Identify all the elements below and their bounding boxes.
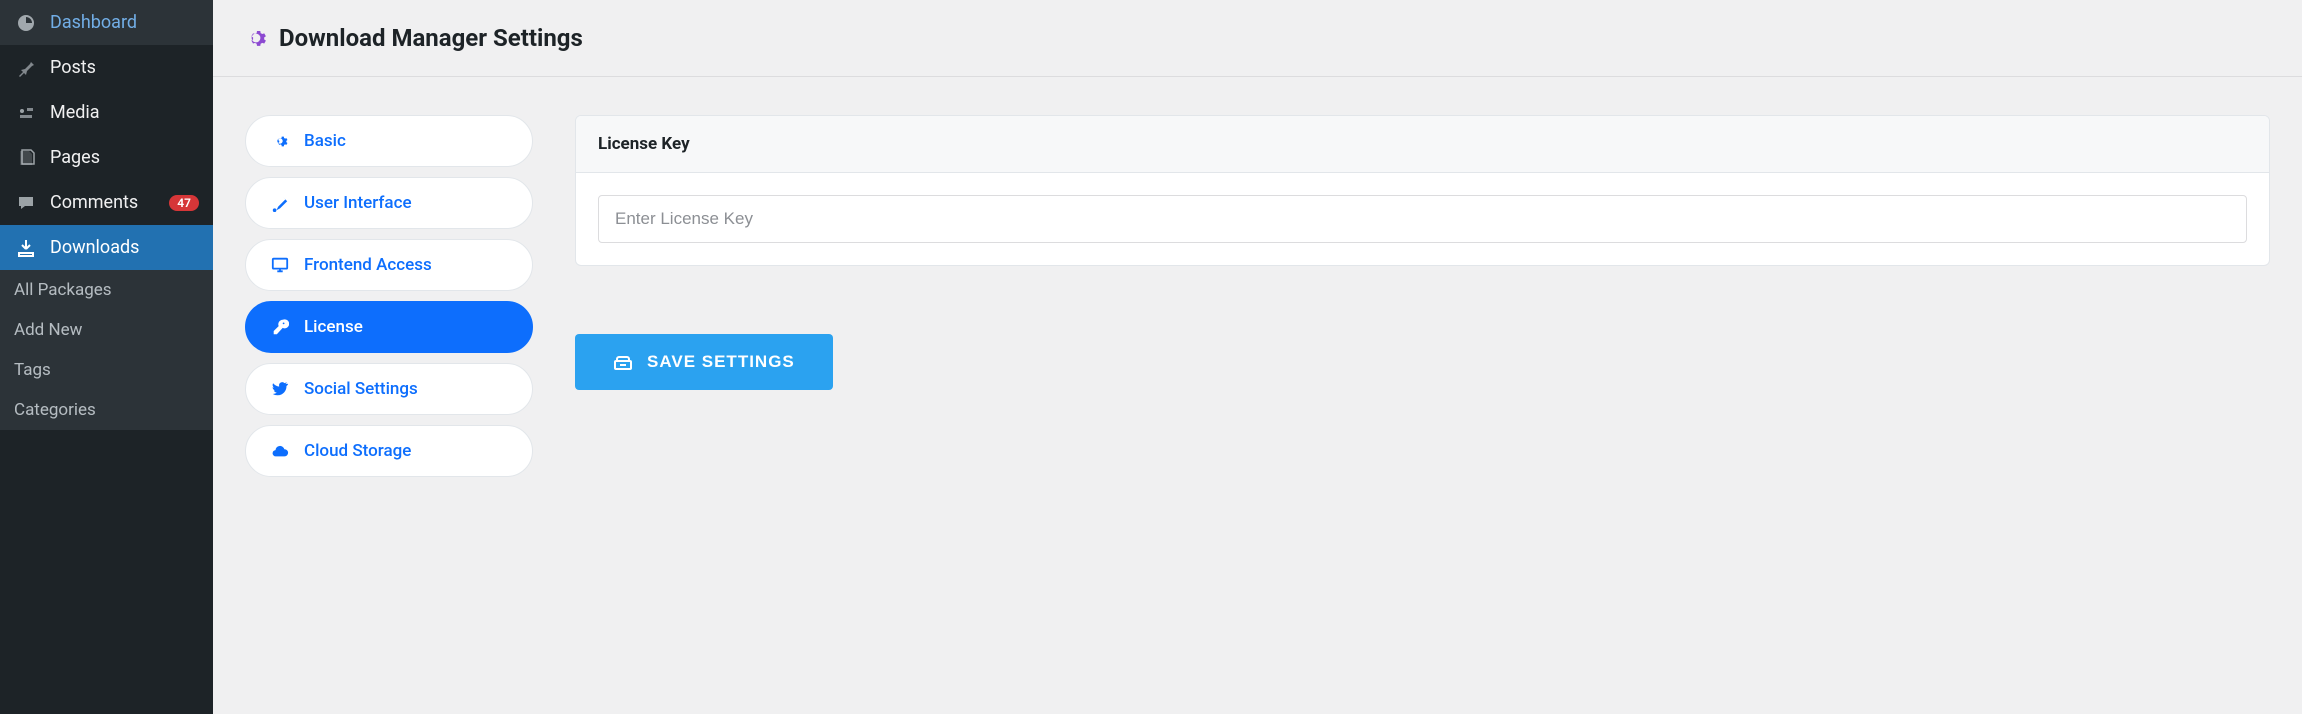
tab-label: Cloud Storage: [304, 441, 411, 461]
sidebar-item-dashboard[interactable]: Dashboard: [0, 0, 213, 45]
page-header: Download Manager Settings: [213, 0, 2302, 77]
submenu-item-add-new[interactable]: Add New: [0, 310, 213, 350]
gear-icon: [245, 27, 267, 49]
tab-label: Basic: [304, 131, 346, 151]
tab-label: License: [304, 317, 363, 337]
cloud-icon: [270, 442, 290, 460]
panel-title: License Key: [576, 116, 2269, 173]
sidebar-item-posts[interactable]: Posts: [0, 45, 213, 90]
sidebar-item-label: Downloads: [50, 237, 199, 258]
gear-icon: [270, 132, 290, 150]
tab-user-interface[interactable]: User Interface: [245, 177, 533, 229]
tab-frontend-access[interactable]: Frontend Access: [245, 239, 533, 291]
tab-label: Frontend Access: [304, 255, 432, 275]
sidebar-item-label: Comments: [50, 192, 163, 213]
sidebar-item-label: Media: [50, 102, 199, 123]
settings-panel-wrap: License Key SAVE SETTINGS: [575, 115, 2270, 390]
pin-icon: [14, 58, 38, 78]
admin-sidebar: Dashboard Posts Media Pages Comments 47 …: [0, 0, 213, 714]
paint-icon: [270, 194, 290, 212]
pages-icon: [14, 148, 38, 168]
media-icon: [14, 103, 38, 123]
sidebar-item-label: Posts: [50, 57, 199, 78]
license-key-panel: License Key: [575, 115, 2270, 266]
download-icon: [14, 238, 38, 258]
save-icon: [613, 352, 633, 372]
tab-label: Social Settings: [304, 379, 418, 399]
settings-content: Basic User Interface Frontend Access Lic…: [213, 77, 2302, 515]
tab-social-settings[interactable]: Social Settings: [245, 363, 533, 415]
settings-tabs: Basic User Interface Frontend Access Lic…: [245, 115, 533, 477]
monitor-icon: [270, 256, 290, 274]
main-content: Download Manager Settings Basic User Int…: [213, 0, 2302, 714]
tab-cloud-storage[interactable]: Cloud Storage: [245, 425, 533, 477]
sidebar-item-downloads[interactable]: Downloads: [0, 225, 213, 270]
sidebar-item-media[interactable]: Media: [0, 90, 213, 135]
license-key-input[interactable]: [598, 195, 2247, 243]
tab-label: User Interface: [304, 193, 412, 213]
page-title: Download Manager Settings: [279, 24, 583, 52]
submenu-item-all-packages[interactable]: All Packages: [0, 270, 213, 310]
save-settings-button[interactable]: SAVE SETTINGS: [575, 334, 833, 390]
dashboard-icon: [14, 13, 38, 33]
tab-basic[interactable]: Basic: [245, 115, 533, 167]
submenu-item-tags[interactable]: Tags: [0, 350, 213, 390]
comments-count-badge: 47: [169, 195, 199, 211]
sidebar-item-comments[interactable]: Comments 47: [0, 180, 213, 225]
panel-body: [576, 173, 2269, 265]
submenu-item-categories[interactable]: Categories: [0, 390, 213, 430]
sidebar-item-label: Dashboard: [50, 12, 199, 33]
save-button-label: SAVE SETTINGS: [647, 352, 795, 372]
tab-license[interactable]: License: [245, 301, 533, 353]
twitter-icon: [270, 380, 290, 398]
comment-icon: [14, 193, 38, 213]
sidebar-item-pages[interactable]: Pages: [0, 135, 213, 180]
sidebar-item-label: Pages: [50, 147, 199, 168]
key-icon: [270, 318, 290, 336]
